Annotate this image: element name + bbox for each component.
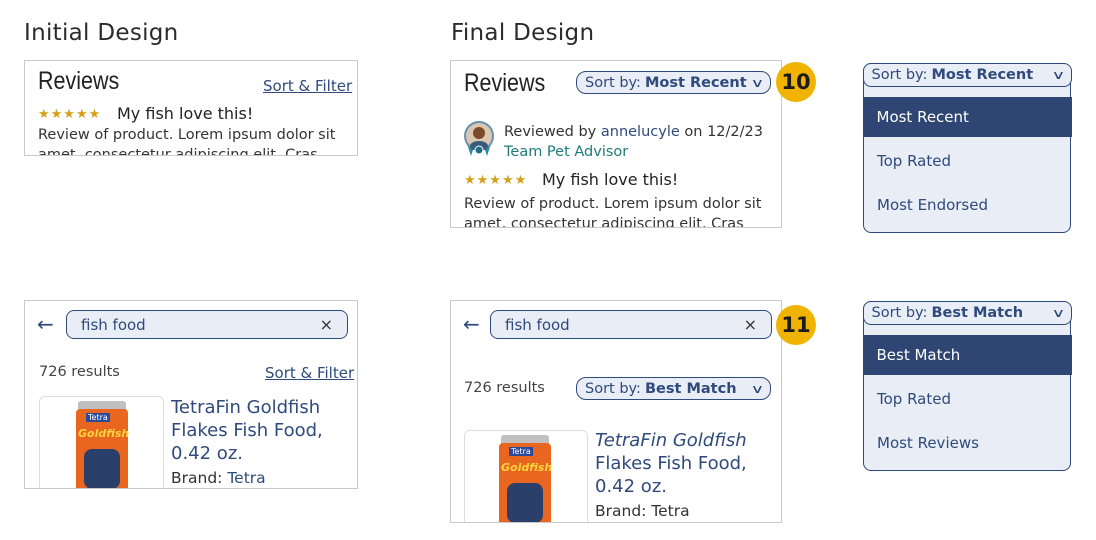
final-search-panel: ← fish food × 726 results Sort by: Best … (450, 300, 782, 523)
product-name-line-2[interactable]: Flakes Fish Food, (171, 420, 323, 442)
review-title: My fish love this! (117, 104, 254, 123)
product-image[interactable]: Tetra Goldfish (39, 396, 164, 488)
menu-option-top-rated[interactable]: Top Rated (864, 141, 1070, 181)
star-rating-icon: ★★★★★ (38, 107, 102, 122)
sort-by-prefix: Sort by: (585, 380, 641, 397)
can-brand-logo: Tetra (509, 447, 533, 456)
reviewer-name-link[interactable]: annelucyle (601, 124, 680, 140)
sort-filter-link[interactable]: Sort & Filter (263, 77, 352, 95)
step-badge-11: 11 (776, 305, 816, 345)
review-body-line-1: Review of product. Lorem ipsum dolor sit (464, 196, 762, 212)
product-name-line-1[interactable]: TetraFin Goldfish (595, 430, 747, 452)
menu-option-most-endorsed[interactable]: Most Endorsed (864, 185, 1070, 225)
product-name-line-3[interactable]: 0.42 oz. (595, 476, 667, 498)
goldfish-can-image: Tetra Goldfish (76, 409, 130, 488)
brand-link[interactable]: Tetra (227, 469, 265, 487)
results-count: 726 results (39, 364, 120, 380)
sort-by-value: Most Recent (931, 66, 1034, 83)
sort-by-prefix: Sort by: (871, 304, 928, 321)
step-badge-10: 10 (776, 62, 816, 102)
initial-design-heading: Initial Design (24, 20, 179, 46)
reviews-title: Reviews (464, 69, 546, 97)
sort-by-value: Most Recent (644, 74, 747, 91)
sort-by-prefix: Sort by: (871, 66, 928, 83)
search-sort-menu: Sort by: Best Match ∨ Best Match Top Rat… (862, 300, 1072, 471)
final-design-heading: Final Design (451, 20, 595, 46)
can-brand-logo: Tetra (86, 413, 110, 422)
initial-search-panel: ← fish food × 726 results Sort & Filter … (24, 300, 358, 489)
can-label: Goldfish (78, 427, 130, 440)
sort-by-value: Best Match (931, 304, 1024, 321)
review-title: My fish love this! (542, 170, 679, 189)
goldfish-can-image: Tetra Goldfish (499, 443, 553, 522)
product-image[interactable]: Tetra Goldfish (464, 430, 588, 522)
brand-line: Brand: Tetra (171, 469, 266, 487)
chevron-down-icon: ∨ (1051, 305, 1066, 320)
back-arrow-icon[interactable]: ← (463, 312, 480, 336)
results-count: 726 results (464, 380, 545, 396)
reviewer-avatar (463, 120, 495, 156)
chevron-down-icon: ∨ (750, 381, 765, 396)
search-input[interactable]: fish food × (490, 310, 772, 339)
menu-option-best-match[interactable]: Best Match (862, 335, 1072, 375)
close-icon[interactable]: × (320, 315, 333, 334)
review-date: on 12/2/23 (684, 124, 763, 140)
sort-filter-link[interactable]: Sort & Filter (265, 364, 354, 382)
sort-by-dropdown-header[interactable]: Sort by: Best Match ∨ (862, 300, 1072, 325)
chevron-down-icon: ∨ (750, 75, 765, 90)
initial-reviews-panel: Reviews Sort & Filter ★★★★★ My fish love… (24, 60, 358, 156)
product-name-line-1[interactable]: TetraFin Goldfish (171, 397, 320, 419)
sort-by-dropdown[interactable]: Sort by: Best Match ∨ (576, 377, 771, 400)
sort-by-dropdown[interactable]: Sort by: Most Recent ∨ (576, 71, 771, 94)
reviewed-by-line: Reviewed by annelucyle on 12/2/23 (504, 124, 763, 140)
brand-line: Brand: Tetra (595, 502, 690, 520)
star-rating-icon: ★★★★★ (464, 173, 528, 188)
sort-by-value: Best Match (644, 380, 737, 397)
sort-by-dropdown-header[interactable]: Sort by: Most Recent ∨ (862, 62, 1072, 87)
review-body-line-1: Review of product. Lorem ipsum dolor sit (38, 127, 336, 143)
menu-option-top-rated[interactable]: Top Rated (864, 379, 1070, 419)
reviews-title: Reviews (38, 67, 120, 95)
team-pet-advisor-label: Team Pet Advisor (504, 144, 629, 160)
review-body-line-2: amet, consectetur adipiscing elit. Cras (464, 216, 744, 228)
search-query: fish food (505, 315, 570, 334)
chevron-down-icon: ∨ (1051, 67, 1066, 82)
close-icon[interactable]: × (744, 315, 757, 334)
can-label: Goldfish (501, 461, 553, 474)
sort-by-prefix: Sort by: (585, 74, 641, 91)
product-name-line-2[interactable]: Flakes Fish Food, (595, 453, 747, 475)
reviewed-by-label: Reviewed by (504, 124, 597, 140)
search-query: fish food (81, 315, 146, 334)
final-reviews-panel: Reviews Sort by: Most Recent ∨ Reviewed … (450, 60, 782, 228)
product-name-line-3[interactable]: 0.42 oz. (171, 443, 243, 465)
back-arrow-icon[interactable]: ← (37, 312, 54, 336)
menu-option-most-reviews[interactable]: Most Reviews (864, 423, 1070, 463)
brand-label: Brand: (171, 469, 223, 487)
search-input[interactable]: fish food × (66, 310, 348, 339)
menu-option-most-recent[interactable]: Most Recent (862, 97, 1072, 137)
review-body-line-2: amet, consectetur adipiscing elit. Cras (38, 147, 318, 156)
reviews-sort-menu: Sort by: Most Recent ∨ Most Recent Top R… (862, 62, 1072, 233)
